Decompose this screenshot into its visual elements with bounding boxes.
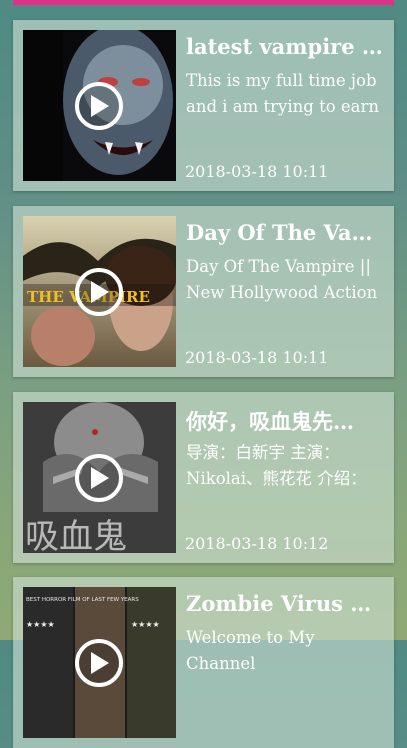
- play-icon: [91, 467, 109, 489]
- video-description: This is my full time job and i am trying…: [186, 71, 379, 116]
- video-title[interactable]: latest vampire m…: [186, 34, 386, 59]
- play-button[interactable]: [75, 82, 123, 130]
- video-title[interactable]: Zombie Virus Ho…: [186, 591, 386, 616]
- video-date: 2018-03-18 10:11: [185, 348, 329, 367]
- play-icon: [91, 95, 109, 117]
- video-thumbnail[interactable]: 吸血鬼: [23, 402, 176, 553]
- video-card[interactable]: THE VAMPIRE Day Of The Vamp… Day Of The …: [13, 206, 394, 377]
- svg-text:★★★★: ★★★★: [131, 620, 160, 629]
- video-description: Day Of The Vampire || New Hollywood Acti…: [186, 257, 378, 302]
- play-button[interactable]: [75, 268, 123, 316]
- svg-text:★★★★: ★★★★: [26, 620, 55, 629]
- video-thumbnail[interactable]: [23, 30, 176, 181]
- video-description: 导演：白新宇 主演：Nikolai、熊花花 介绍：: [186, 443, 367, 488]
- video-card[interactable]: 吸血鬼 你好，吸血鬼先… 导演：白新宇 主演：Nikolai、熊花花 介绍： 2…: [13, 392, 394, 563]
- play-icon: [91, 281, 109, 303]
- play-button[interactable]: [75, 639, 123, 687]
- video-title[interactable]: 你好，吸血鬼先…: [186, 406, 386, 436]
- video-description: Welcome to My Channel: [186, 628, 315, 673]
- video-thumbnail[interactable]: BEST HORROR FILM OF LAST FEW YEARS ★★★★ …: [23, 587, 176, 738]
- video-thumbnail[interactable]: THE VAMPIRE: [23, 216, 176, 367]
- video-card[interactable]: BEST HORROR FILM OF LAST FEW YEARS ★★★★ …: [13, 577, 394, 748]
- video-card[interactable]: latest vampire m… This is my full time j…: [13, 20, 394, 191]
- svg-text:吸血鬼: 吸血鬼: [25, 517, 127, 553]
- play-icon: [91, 652, 109, 674]
- top-accent-bar: [13, 0, 394, 5]
- svg-text:BEST HORROR FILM OF LAST FEW Y: BEST HORROR FILM OF LAST FEW YEARS: [26, 597, 139, 603]
- video-title[interactable]: Day Of The Vamp…: [186, 220, 386, 245]
- video-date: 2018-03-18 10:12: [185, 534, 329, 553]
- play-button[interactable]: [75, 454, 123, 502]
- video-date: 2018-03-18 10:11: [185, 162, 329, 181]
